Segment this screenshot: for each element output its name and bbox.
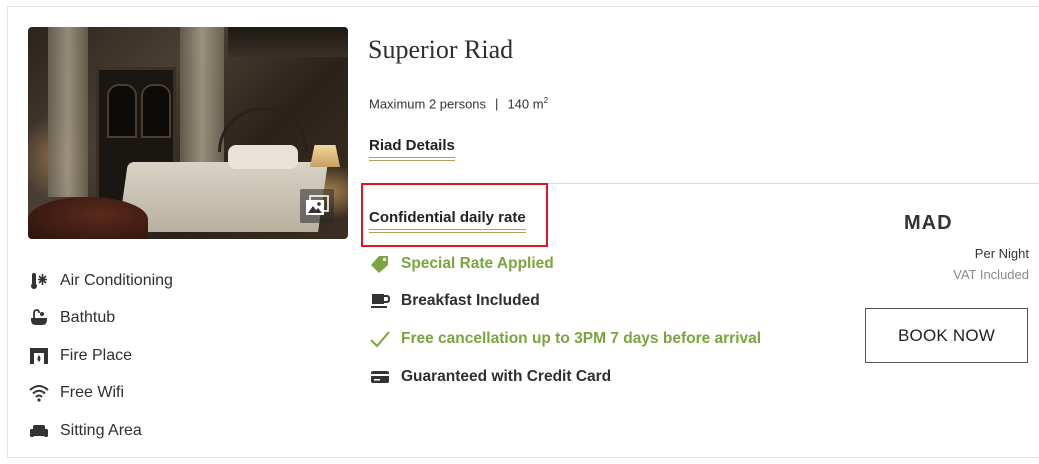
- room-photo[interactable]: [28, 27, 348, 239]
- amenity-item: Air Conditioning: [28, 262, 173, 300]
- room-title: Superior Riad: [368, 35, 514, 64]
- tag-icon: [369, 255, 391, 273]
- amenity-label: Fire Place: [60, 346, 133, 364]
- coffee-cup-icon: [369, 292, 391, 310]
- amenity-label: Bathtub: [60, 309, 116, 327]
- amenity-label: Air Conditioning: [60, 271, 173, 289]
- perk-text: Guaranteed with Credit Card: [401, 368, 612, 385]
- book-now-button[interactable]: BOOK NOW: [865, 308, 1028, 363]
- perk-breakfast: Breakfast Included: [369, 292, 540, 310]
- price-currency: MAD: [904, 212, 953, 234]
- amenities-list: Air Conditioning Bathtub Fire Place Free…: [28, 262, 173, 450]
- photo-pillows: [228, 145, 298, 169]
- air-conditioning-icon: [28, 272, 50, 290]
- photo-lamp: [310, 145, 340, 167]
- price-vat: VAT Included: [953, 267, 1029, 282]
- amenity-label: Free Wifi: [60, 384, 124, 402]
- perk-text: Breakfast Included: [401, 292, 540, 309]
- room-size-unit-exponent: 2: [543, 96, 549, 105]
- room-capacity: Maximum 2 persons: [369, 96, 487, 112]
- amenity-item: Sitting Area: [28, 412, 173, 450]
- amenity-item: Free Wifi: [28, 375, 173, 413]
- rate-name-link[interactable]: Confidential daily rate: [369, 209, 526, 233]
- perk-text: Special Rate Applied: [401, 255, 554, 272]
- wifi-icon: [28, 384, 50, 402]
- price-per-night: Per Night: [974, 246, 1029, 261]
- room-details-link[interactable]: Riad Details: [369, 137, 455, 161]
- perk-free-cancellation: Free cancellation up to 3PM 7 days befor…: [369, 330, 761, 348]
- amenity-item: Bathtub: [28, 300, 173, 338]
- checkmark-icon: [369, 330, 391, 348]
- room-size: 140 m: [507, 96, 544, 112]
- fireplace-icon: [28, 347, 50, 365]
- meta-separator: |: [495, 96, 499, 112]
- bathtub-icon: [28, 309, 50, 327]
- sofa-icon: [28, 422, 50, 440]
- gallery-icon[interactable]: [300, 189, 334, 223]
- photo-canopy: [228, 27, 348, 57]
- photo-chair: [28, 197, 148, 239]
- perk-guarantee: Guaranteed with Credit Card: [369, 368, 611, 386]
- perk-text: Free cancellation up to 3PM 7 days befor…: [401, 330, 762, 347]
- amenity-item: Fire Place: [28, 337, 173, 375]
- credit-card-icon: [369, 368, 391, 386]
- photo-bed: [118, 162, 328, 232]
- perk-special-rate: Special Rate Applied: [369, 255, 554, 273]
- amenity-label: Sitting Area: [60, 421, 142, 439]
- room-meta: Maximum 2 persons | 140 m2: [369, 96, 548, 111]
- photo-curtain-left: [48, 27, 88, 197]
